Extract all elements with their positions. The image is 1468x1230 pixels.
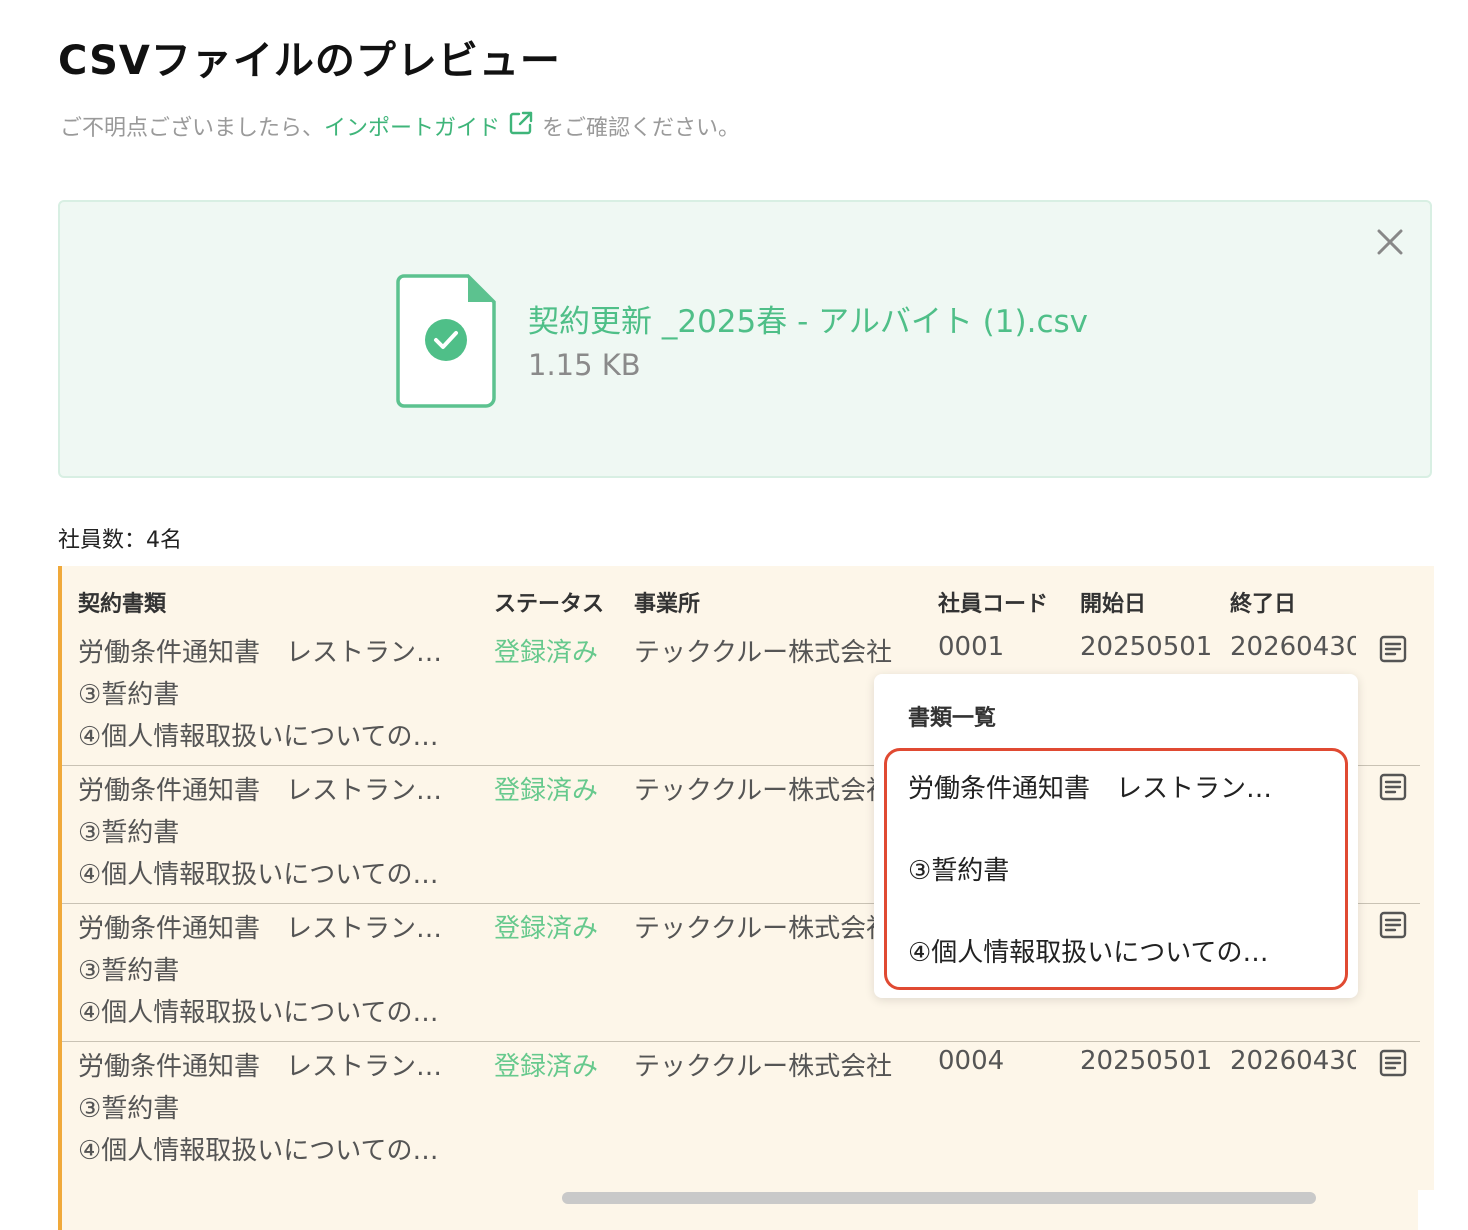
import-guide-link[interactable]: インポートガイド (324, 110, 500, 142)
popover-document-item[interactable]: ④個人情報取扱いについての… (908, 932, 1269, 969)
office-name: テッククルー株式会社 (634, 638, 893, 668)
table-edge (1418, 1190, 1434, 1230)
column-header-end-date: 終了日 (1230, 592, 1297, 617)
status-badge: 登録済み (494, 776, 599, 806)
end-date: 20260430 (1230, 632, 1356, 662)
document-name: ④個人情報取扱いについての… (78, 722, 439, 752)
document-name: ④個人情報取扱いについての… (78, 998, 439, 1028)
employee-count: 社員数：4名 (58, 528, 182, 553)
help-text: ご不明点ございましたら、 インポートガイド をご確認ください。 (60, 110, 740, 142)
status-badge: 登録済み (494, 1052, 599, 1082)
column-header-employee-code: 社員コード (938, 592, 1049, 617)
help-prefix: ご不明点ございましたら、 (60, 116, 325, 141)
document-name: ③誓約書 (78, 680, 180, 710)
table-row[interactable]: 労働条件通知書 レストラン… ③誓約書 ④個人情報取扱いについての… 登録済み … (62, 1042, 1420, 1180)
document-name: 労働条件通知書 レストラン… (78, 776, 443, 806)
column-header-status: ステータス (494, 592, 605, 617)
document-list-icon[interactable] (1378, 772, 1408, 802)
document-name: 労働条件通知書 レストラン… (78, 914, 443, 944)
popover-document-item[interactable]: 労働条件通知書 レストラン… (908, 768, 1272, 805)
document-list-icon[interactable] (1378, 634, 1408, 664)
document-name: ③誓約書 (78, 956, 180, 986)
office-name: テッククルー株式会社 (634, 776, 893, 806)
office-name: テッククルー株式会社 (634, 1052, 893, 1082)
end-date: 20260430 (1230, 1046, 1356, 1076)
close-icon[interactable] (1374, 226, 1406, 258)
file-size: 1.15 KB (528, 348, 641, 382)
external-link-icon[interactable] (508, 110, 534, 142)
column-header-office: 事業所 (634, 592, 701, 617)
document-name: ④個人情報取扱いについての… (78, 860, 439, 890)
start-date: 20250501 (1080, 632, 1213, 662)
document-name: ③誓約書 (78, 1094, 180, 1124)
employee-code: 0004 (938, 1046, 1005, 1076)
document-name: ④個人情報取扱いについての… (78, 1136, 439, 1166)
help-suffix: をご確認ください。 (542, 116, 741, 141)
column-header-start-date: 開始日 (1080, 592, 1147, 617)
popover-title: 書類一覧 (908, 706, 997, 731)
page-title: CSVファイルのプレビュー (58, 38, 561, 84)
file-check-icon (396, 274, 496, 408)
uploaded-file-panel: 契約更新 _2025春 - アルバイト (1).csv 1.15 KB (58, 200, 1432, 478)
document-name: ③誓約書 (78, 818, 180, 848)
document-list-popover: 書類一覧 労働条件通知書 レストラン… ③誓約書 ④個人情報取扱いについての… (874, 674, 1358, 998)
document-list-icon[interactable] (1378, 910, 1408, 940)
document-list-icon[interactable] (1378, 1048, 1408, 1078)
office-name: テッククルー株式会社 (634, 914, 893, 944)
document-name: 労働条件通知書 レストラン… (78, 638, 443, 668)
horizontal-scrollbar[interactable] (562, 1192, 1316, 1204)
employee-code: 0001 (938, 632, 1005, 662)
column-header-documents: 契約書類 (78, 592, 167, 617)
status-badge: 登録済み (494, 914, 599, 944)
start-date: 20250501 (1080, 1046, 1213, 1076)
document-name: 労働条件通知書 レストラン… (78, 1052, 443, 1082)
status-badge: 登録済み (494, 638, 599, 668)
file-name: 契約更新 _2025春 - アルバイト (1).csv (528, 304, 1088, 340)
popover-document-item[interactable]: ③誓約書 (908, 850, 1009, 887)
